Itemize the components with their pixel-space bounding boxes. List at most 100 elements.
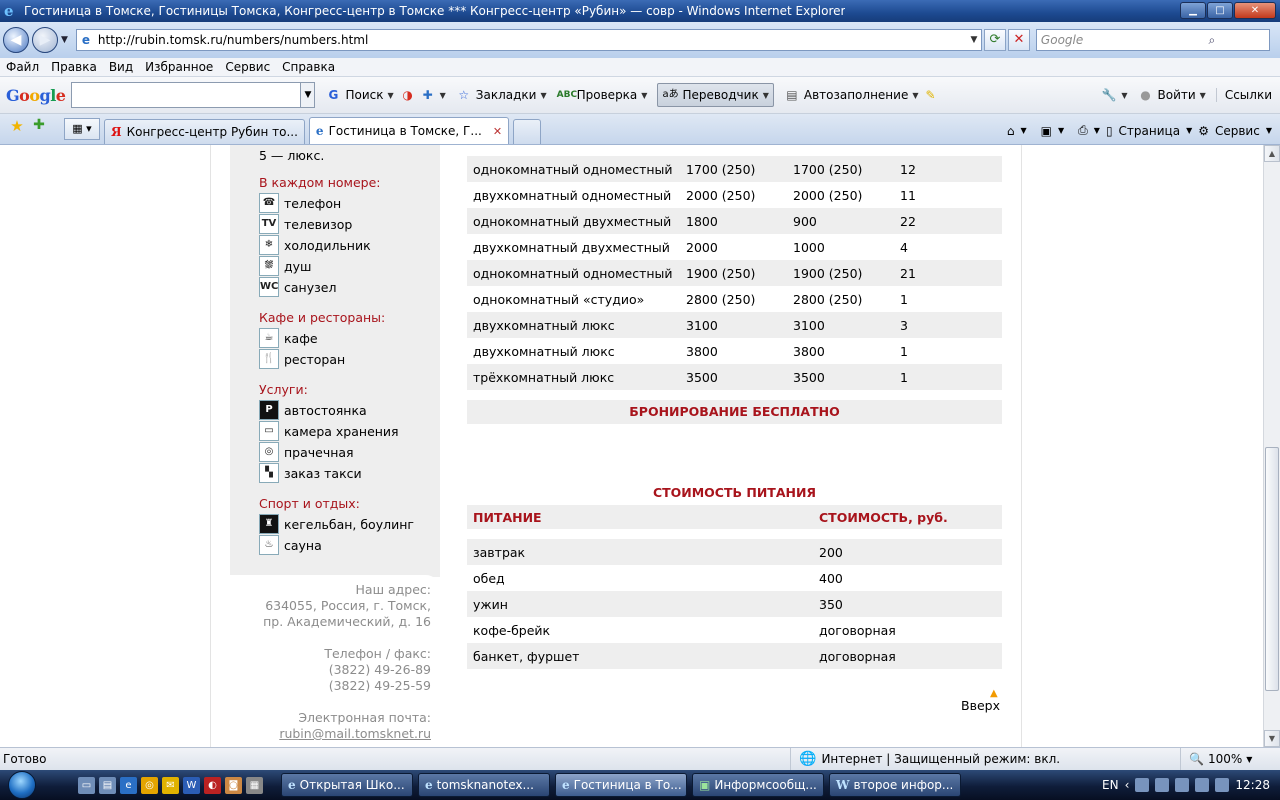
amenity-item: WC санузел [259,277,336,297]
phone-number: (3822) 49-26-89 [328,662,431,677]
close-tab-icon[interactable]: ✕ [493,125,502,138]
explorer-icon[interactable]: ▭ [78,776,95,794]
print-icon[interactable]: ⎙ [1078,123,1088,138]
tools-menu-button[interactable]: Сервис [1215,124,1260,138]
star-icon: ☆ [458,88,470,102]
minimize-button[interactable]: ▁ [1180,2,1206,19]
google-search-input[interactable] [71,82,302,108]
scroll-thumb[interactable] [1265,447,1279,691]
scroll-down-button[interactable]: ▼ [1264,730,1280,747]
google-extras[interactable]: ◑ ✚ ▼ [400,87,445,103]
chevron-down-icon[interactable]: ▼ [1094,126,1100,135]
spellcheck-button[interactable]: ABC Проверка ▼ [557,87,648,103]
scroll-up-button[interactable]: ▲ [1264,145,1280,162]
taskbar-item[interactable]: ▣ Информсообщ... [692,773,824,797]
toolbar-settings-button[interactable]: 🔧 ▼ [1101,87,1128,103]
address-heading: Наш адрес: [355,582,431,597]
menu-file[interactable]: Файл [6,60,39,74]
volume-icon[interactable] [1215,778,1230,792]
google-search-dropdown-icon[interactable]: ▼ [301,82,316,108]
notepad-icon[interactable]: ▤ [99,776,116,794]
email-heading: Электронная почта: [298,710,431,725]
table-row: ужин 350 [467,591,1002,617]
amenity-item: ▚ заказ такси [259,463,362,483]
ie-icon[interactable]: e [120,776,137,794]
refresh-button[interactable]: ⟳ [983,29,1006,51]
chevron-down-icon[interactable]: ▼ [1058,126,1064,135]
taskbar-item[interactable]: e Открытая Шко... [281,773,413,797]
signin-button[interactable]: ● Войти ▼ [1138,87,1206,103]
search-input[interactable]: Google ⌕ [1035,29,1270,51]
favorites-center-icon[interactable]: ★ [6,117,28,141]
maximize-button[interactable]: □ [1207,2,1233,19]
close-button[interactable]: ✕ [1234,2,1276,19]
highlighter-icon[interactable]: ✎ [922,87,938,103]
address-bar: ◀ ▶ ▼ e http://rubin.tomsk.ru/numbers/nu… [0,22,1280,58]
tab-hotel-active[interactable]: e Гостиница в Томске, Г... ✕ [308,117,510,144]
chevron-down-icon[interactable]: ▼ [1266,126,1272,135]
pagerank-icon: ◑ [402,88,413,102]
document-icon: ▣ [699,778,711,792]
word-icon[interactable]: W [183,776,200,794]
window-title: Гостиница в Томске, Гостиницы Томска, Ко… [24,4,846,18]
new-tab-button[interactable] [513,119,542,144]
autofill-button[interactable]: ▤ Автозаполнение ▼ ✎ [784,87,939,103]
taskbar-item[interactable]: Wвторое инфор... [829,773,961,797]
url-field[interactable]: e http://rubin.tomsk.ru/numbers/numbers.… [75,29,982,51]
back-button[interactable]: ◀ [3,27,29,53]
start-button[interactable] [0,770,44,800]
url-dropdown-icon[interactable]: ▼ [967,35,981,45]
language-indicator[interactable]: EN [1102,778,1119,792]
clock[interactable]: 12:28 [1235,778,1270,792]
email-link[interactable]: rubin@mail.tomsknet.ru [279,726,431,741]
app2-icon[interactable]: ◙ [225,776,242,794]
menu-tools[interactable]: Сервис [225,60,270,74]
tray-icon[interactable] [1155,778,1170,792]
menu-view[interactable]: Вид [109,60,133,74]
tray-expand-icon[interactable]: ‹ [1125,778,1130,792]
outlook-icon[interactable]: ✉ [162,776,179,794]
forward-button[interactable]: ▶ [32,27,58,53]
window-title-bar[interactable]: e Гостиница в Томске, Гостиницы Томска, … [0,0,1280,22]
menu-edit[interactable]: Правка [51,60,97,74]
tv-icon: TV [259,214,279,234]
tray-icon[interactable] [1135,778,1150,792]
app-icon[interactable]: ◐ [204,776,221,794]
zoom-control[interactable]: 🔍 100% ▼ [1180,747,1253,771]
taskbar-item-active[interactable]: e Гостиница в То... [555,773,687,797]
bowling-icon: ♜ [259,514,279,534]
rss-icon[interactable]: ▣ [1041,124,1052,138]
home-icon[interactable]: ⌂ [1007,124,1015,138]
add-favorites-icon[interactable]: ✚ [28,117,50,141]
page-menu-button[interactable]: Страница [1119,124,1181,138]
tray-icon[interactable] [1175,778,1190,792]
security-zone[interactable]: 🌐 Интернет | Защищенный режим: вкл. [790,747,1180,771]
translator-button[interactable]: aあ Переводчик ▼ [657,83,774,107]
tab-rubin[interactable]: Я Конгресс-центр Рубин то... [104,119,305,144]
bookmarks-button[interactable]: ☆ Закладки ▼ [456,87,546,103]
back-to-top-link[interactable]: Вверх [961,698,1000,713]
chevron-down-icon: ▼ [1246,754,1253,764]
menu-help[interactable]: Справка [282,60,335,74]
url-text[interactable]: http://rubin.tomsk.ru/numbers/numbers.ht… [95,33,967,47]
chevron-down-icon[interactable]: ▼ [1186,126,1192,135]
media-icon[interactable]: ◎ [141,776,158,794]
section-heading: Кафе и рестораны: [259,310,386,325]
quick-tabs-button[interactable]: ▦ ▾ [64,118,100,140]
chevron-down-icon: ▼ [1121,90,1128,100]
status-text: Готово [3,752,47,766]
network-icon[interactable] [1195,778,1210,792]
history-dropdown-icon[interactable]: ▼ [61,35,68,45]
app3-icon[interactable]: ▦ [246,776,263,794]
chevron-down-icon[interactable]: ▼ [1021,126,1027,135]
vertical-scrollbar[interactable]: ▲ ▼ [1263,145,1280,747]
stop-button[interactable]: ✕ [1007,29,1030,51]
booking-free-banner: БРОНИРОВАНИЕ БЕСПЛАТНО [467,400,1002,424]
taskbar-item[interactable]: e tomsknanotex... [418,773,550,797]
amenity-item: ☕ кафе [259,328,318,348]
links-button[interactable]: Ссылки [1215,88,1272,102]
menu-favorites[interactable]: Избранное [145,60,213,74]
search-icon[interactable]: ⌕ [1155,33,1269,48]
google-search-button[interactable]: G Поиск ▼ [325,87,394,103]
page-viewport[interactable]: 5 — люкс. В каждом номере: ☎ телефон TV те… [0,145,1263,747]
